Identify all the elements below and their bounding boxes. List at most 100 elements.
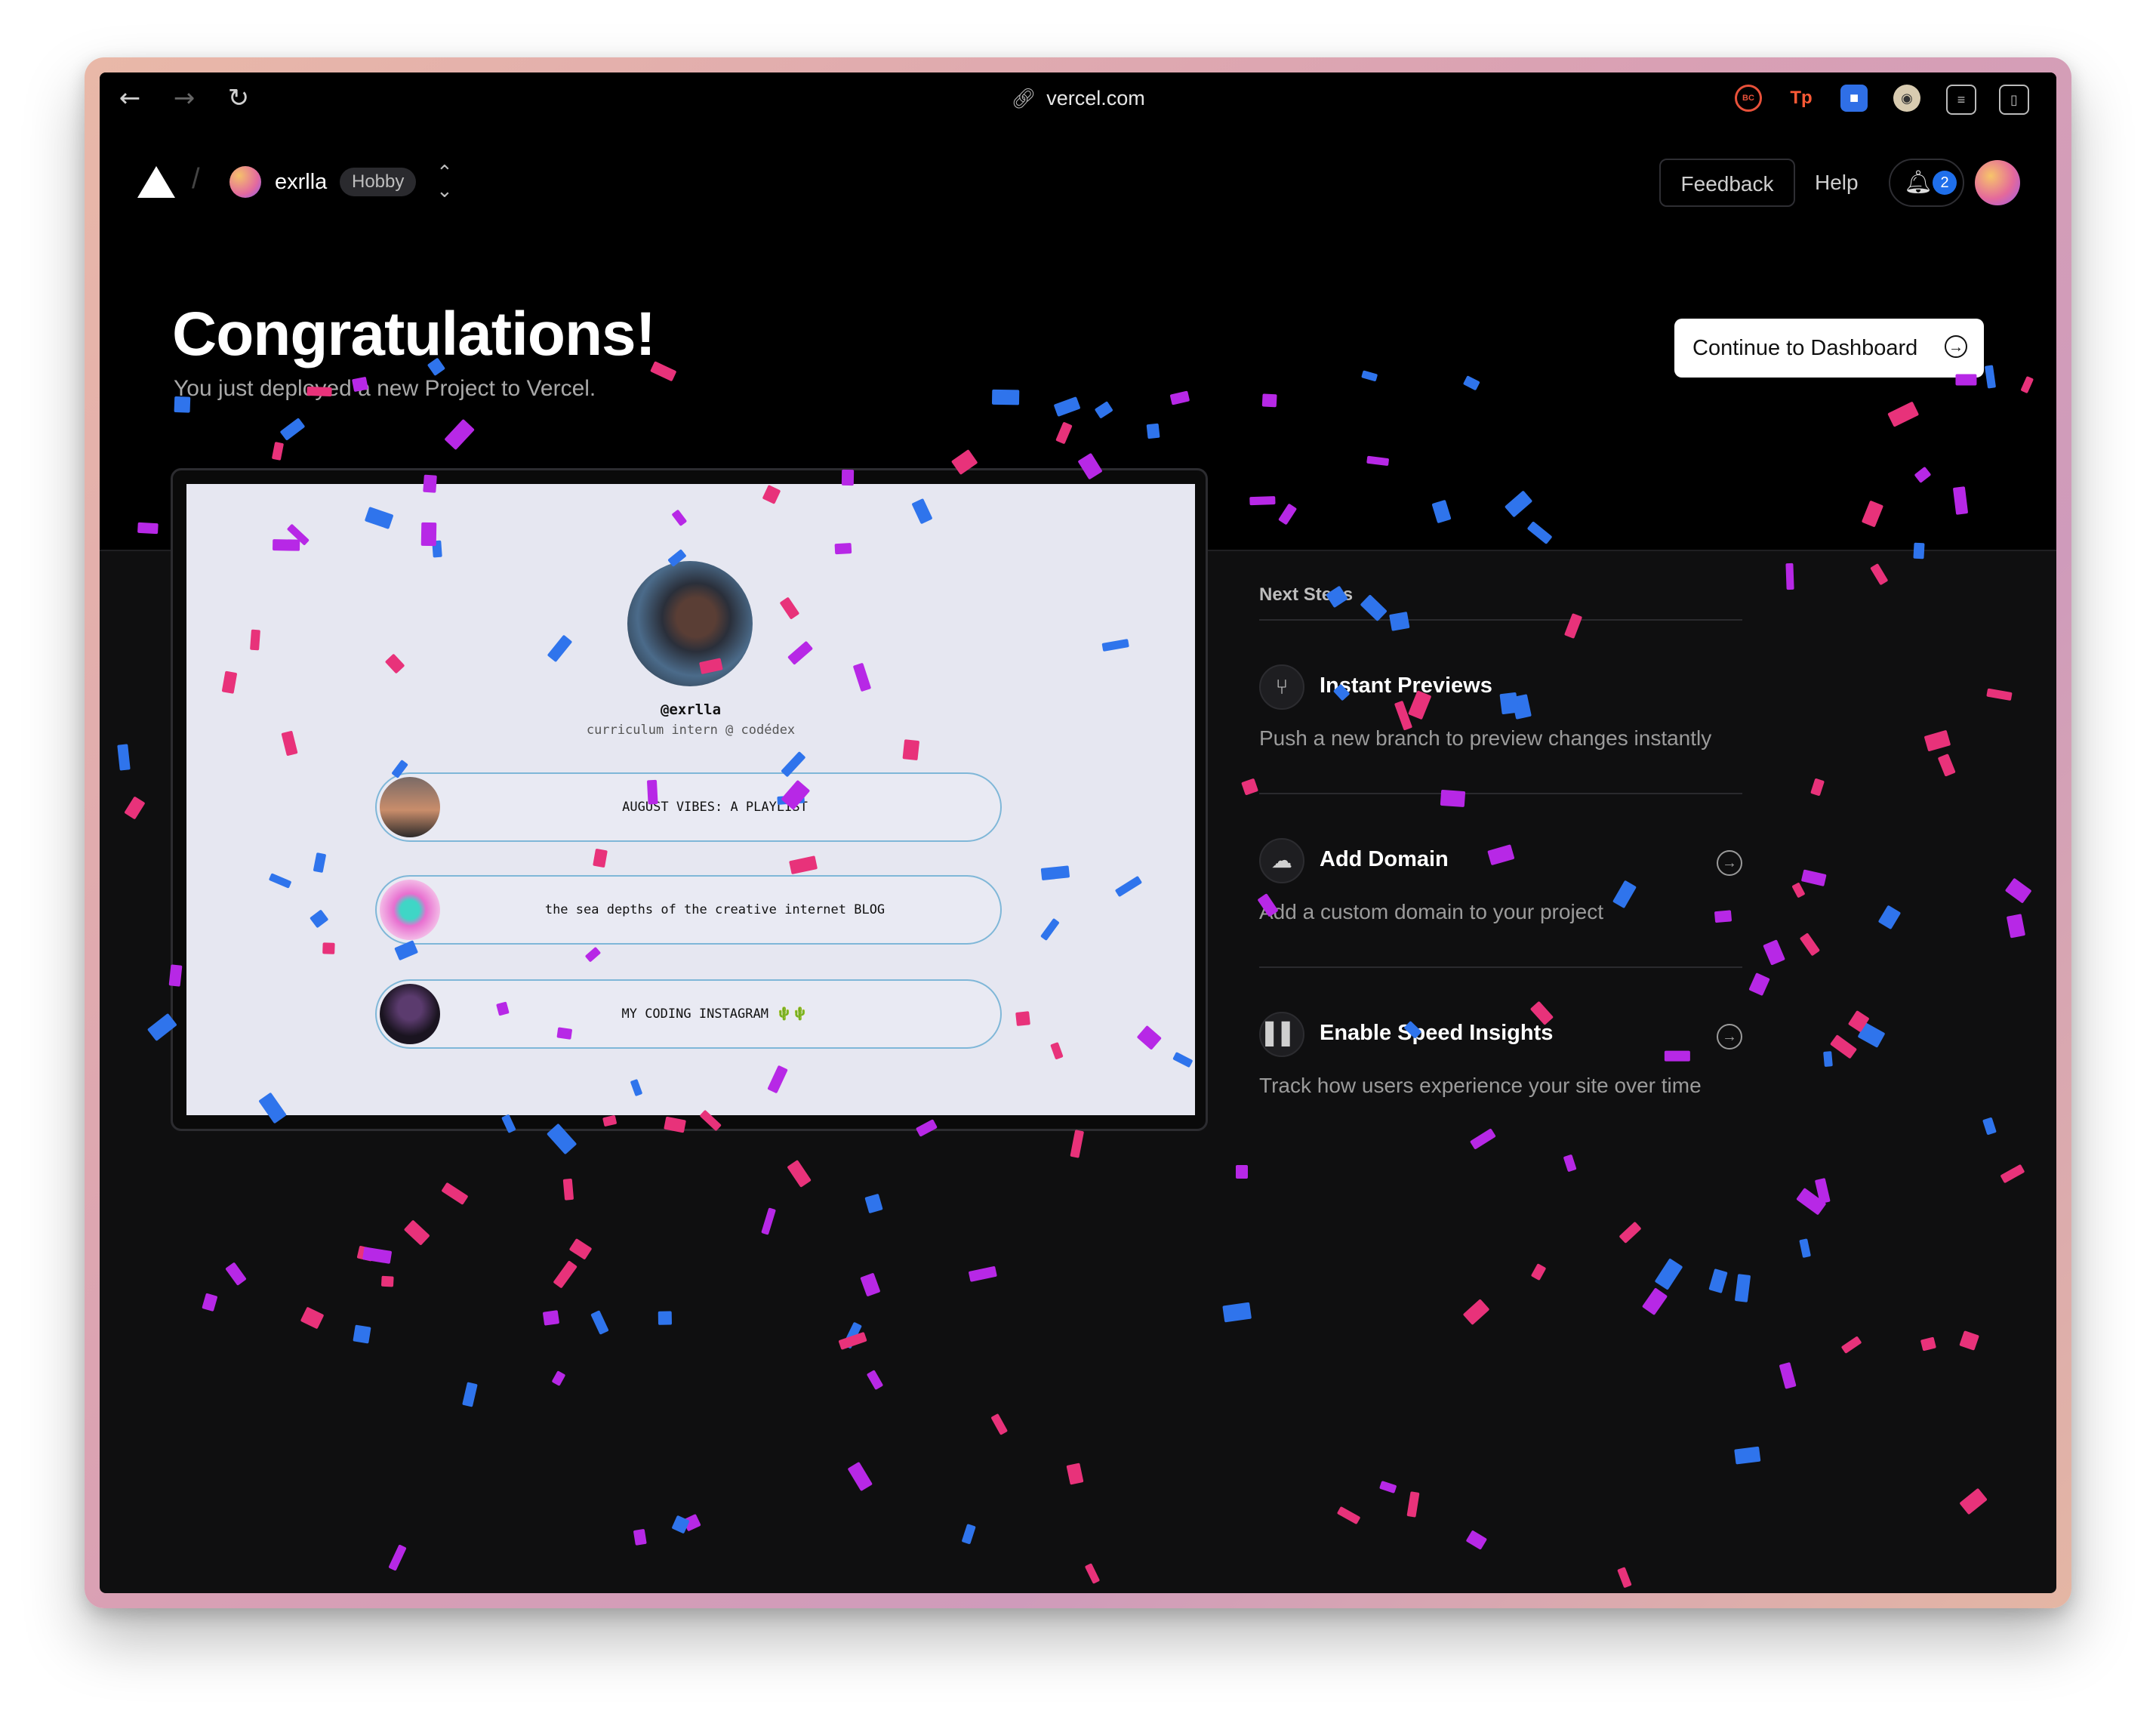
confetti-piece [670, 1515, 690, 1534]
continue-to-dashboard-button[interactable]: Continue to Dashboard → [1674, 319, 1984, 378]
confetti-piece [1616, 1566, 1632, 1589]
extension-bookmark-icon[interactable]: ■ [1840, 85, 1868, 112]
confetti-piece [1465, 1530, 1488, 1551]
confetti-piece [562, 1178, 574, 1201]
app-header: / exrlla Hobby ⌃ ⌄ Feedback Help 🔔︎ 2 [100, 148, 2056, 216]
browser-window: ← → ↻ 🔗︎ vercel.com BC Tp ■ ◉ ≡ ▯ / exrll… [100, 72, 2056, 1593]
confetti-piece [1959, 1330, 1979, 1352]
sidebar-toggle-icon[interactable]: ▯ [1999, 85, 2029, 115]
confetti-piece [225, 1262, 248, 1286]
confetti-piece [1840, 1336, 1862, 1355]
user-avatar[interactable] [1975, 160, 2020, 205]
confetti-piece [1337, 1506, 1361, 1524]
browser-window-frame: ← → ↻ 🔗︎ vercel.com BC Tp ■ ◉ ≡ ▯ / exrll… [85, 57, 2071, 1608]
confetti-piece [1084, 1562, 1101, 1584]
confetti-piece [1762, 939, 1785, 966]
feedback-button[interactable]: Feedback [1659, 159, 1795, 207]
preview-link-label: the sea depths of the creative internet … [544, 902, 886, 917]
confetti-piece [2004, 877, 2032, 904]
confetti-piece [864, 1193, 883, 1214]
confetti-piece [362, 1247, 393, 1265]
confetti-piece [1734, 1446, 1761, 1464]
preview-link-label: MY CODING INSTAGRAM 🌵🌵 [621, 1006, 808, 1022]
extension-badge-icon[interactable]: BC [1735, 85, 1762, 112]
confetti-piece [2006, 914, 2026, 939]
confetti-piece [2000, 1164, 2025, 1184]
confetti-piece [1563, 1154, 1577, 1172]
confetti-piece [1791, 882, 1806, 899]
confetti-piece [1847, 1010, 1870, 1033]
preview-link-blog: the sea depths of the creative internet … [375, 875, 1002, 945]
extension-owl-icon[interactable]: ◉ [1893, 85, 1920, 112]
profile-handle: @exrlla [660, 701, 722, 718]
extension-tp-icon[interactable]: Tp [1788, 85, 1815, 112]
blog-thumbnail [380, 880, 440, 940]
confetti-piece [353, 1324, 371, 1344]
address-bar[interactable]: 🔗︎ vercel.com [100, 83, 2056, 113]
confetti-piece [1799, 1238, 1812, 1258]
arrow-circle-right-icon[interactable]: → [1717, 850, 1742, 876]
next-step-title: Add Domain [1320, 847, 1449, 871]
confetti-piece [838, 1331, 867, 1350]
deployment-preview-card[interactable]: @exrlla curriculum intern @ codédex AUGU… [171, 468, 1208, 1131]
confetti-piece [551, 1370, 566, 1386]
next-step-description: Track how users experience your site ove… [1259, 1074, 1702, 1097]
divider [1259, 966, 1742, 968]
confetti-piece [961, 1523, 976, 1544]
bar-chart-icon: ▌▌ [1259, 1012, 1304, 1057]
confetti-piece [590, 1310, 610, 1335]
arrow-circle-right-icon[interactable]: → [1717, 1024, 1742, 1050]
confetti-piece [403, 1219, 430, 1246]
confetti-piece [787, 1160, 812, 1188]
confetti-piece [442, 1182, 469, 1205]
confetti-piece [300, 1306, 325, 1330]
next-step-description: Add a custom domain to your project [1259, 900, 1604, 923]
confetti-piece [1748, 973, 1770, 997]
help-link[interactable]: Help [1815, 159, 1859, 207]
confetti-piece [1799, 932, 1820, 956]
cloud-icon: ☁︎ [1259, 838, 1304, 883]
next-step-add-domain[interactable]: ☁︎ Add Domain → Add a custom domain to y… [1259, 838, 1742, 951]
preview-link-playlist: AUGUST VIBES: A PLAYLIST [375, 772, 1002, 842]
team-avatar[interactable] [229, 166, 261, 198]
confetti-piece [658, 1311, 673, 1325]
confetti-piece [1564, 612, 1583, 639]
page-title: Congratulations! [172, 300, 656, 368]
confetti-piece [1985, 688, 2013, 701]
extension-sliders-icon[interactable]: ≡ [1946, 85, 1976, 115]
next-step-speed-insights[interactable]: ▌▌ Enable Speed Insights → Track how use… [1259, 1012, 1742, 1125]
next-step-instant-previews[interactable]: ⑂ Instant Previews Push a new branch to … [1259, 664, 1742, 778]
notifications-button[interactable]: 🔔︎ 2 [1889, 159, 1964, 207]
next-step-title: Enable Speed Insights [1320, 1021, 1554, 1045]
next-step-title: Instant Previews [1320, 674, 1492, 698]
deployment-screenshot: @exrlla curriculum intern @ codédex AUGU… [186, 484, 1195, 1115]
vercel-logo-icon[interactable] [137, 166, 175, 198]
divider [1259, 793, 1742, 794]
confetti-piece [1241, 778, 1258, 796]
confetti-piece [1734, 1274, 1751, 1303]
confetti-piece [990, 1413, 1008, 1436]
confetti-piece [842, 1322, 862, 1349]
cta-label: Continue to Dashboard [1692, 336, 1918, 360]
confetti-piece [1920, 1336, 1937, 1352]
team-name[interactable]: exrlla [275, 166, 327, 198]
confetti-piece [462, 1382, 478, 1407]
confetti-piece [1959, 1487, 1988, 1515]
confetti-piece [1222, 1302, 1252, 1323]
confetti-piece [1814, 1177, 1831, 1204]
browser-toolbar: ← → ↻ 🔗︎ vercel.com BC Tp ■ ◉ ≡ ▯ [100, 72, 2056, 121]
confetti-piece [1796, 1188, 1827, 1216]
preview-link-label: AUGUST VIBES: A PLAYLIST [622, 800, 808, 815]
team-switcher-chevron-icon[interactable]: ⌃ ⌄ [436, 162, 453, 200]
confetti-piece [1877, 905, 1902, 930]
arrow-circle-right-icon: → [1945, 335, 1967, 358]
confetti-piece [202, 1292, 218, 1312]
confetti-piece [543, 1309, 560, 1326]
confetti-piece [1857, 1022, 1886, 1048]
confetti-piece [1823, 1051, 1833, 1068]
confetti-piece [1070, 1130, 1085, 1158]
confetti-piece [1470, 1128, 1496, 1150]
confetti-piece [682, 1514, 702, 1532]
confetti-piece [761, 1207, 777, 1236]
breadcrumb-separator: / [192, 163, 200, 195]
